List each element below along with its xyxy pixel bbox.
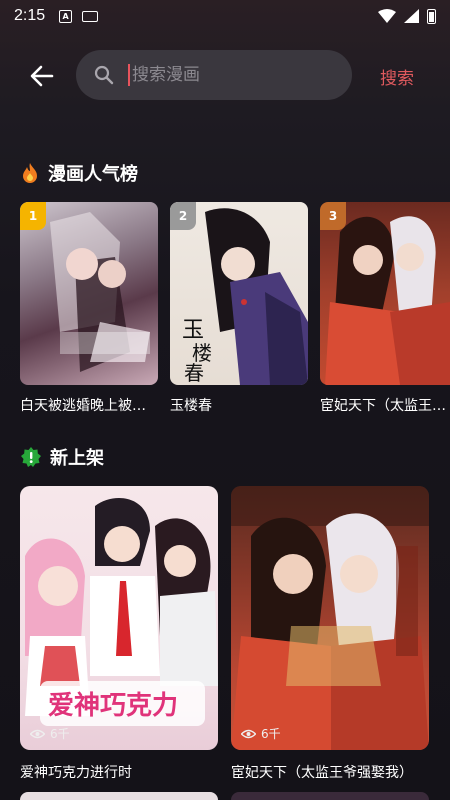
search-button[interactable]: 搜索 bbox=[380, 64, 414, 89]
comic-card[interactable]: 3 宦妃天下（太监王… bbox=[320, 202, 450, 415]
status-indicators bbox=[378, 8, 436, 24]
hot-ranking-list[interactable]: 1 白天被逃婚晚上被… 玉 楼 春 2 玉楼春 3 宦妃天下（太监王… bbox=[20, 202, 450, 422]
view-count: 6千 bbox=[241, 725, 281, 742]
eye-icon bbox=[30, 729, 45, 738]
eye-icon bbox=[241, 729, 256, 738]
cover-art bbox=[231, 486, 429, 750]
section-header-new: 新上架 bbox=[20, 444, 104, 470]
wifi-icon bbox=[378, 9, 396, 23]
cover-art: 爱神巧克力 bbox=[25, 498, 218, 726]
text-cursor bbox=[128, 64, 130, 86]
svg-text:爱神巧克力: 爱神巧克力 bbox=[48, 691, 178, 721]
comic-title: 爱神巧克力进行时 bbox=[20, 765, 132, 781]
comic-card[interactable]: 爱神巧克力 6千 爱神巧克力进行时 bbox=[20, 486, 218, 782]
section-title: 漫画人气榜 bbox=[48, 164, 138, 185]
battery-icon bbox=[427, 8, 436, 24]
notification-icon: A bbox=[59, 9, 73, 23]
view-count-text: 6千 bbox=[261, 727, 281, 741]
comic-cover: 爱神巧克力 6千 bbox=[20, 486, 218, 750]
status-time: 2:15 bbox=[14, 7, 46, 24]
comic-cover: 玉 楼 春 2 bbox=[170, 202, 308, 385]
back-arrow-icon bbox=[30, 65, 54, 87]
back-button[interactable] bbox=[28, 62, 56, 90]
comic-title: 宦妃天下（太监王爷强娶我） bbox=[231, 765, 413, 781]
rank-badge: 2 bbox=[170, 202, 196, 230]
comic-title: 宦妃天下（太监王… bbox=[320, 398, 446, 414]
svg-text:玉: 玉 bbox=[182, 318, 204, 343]
keyboard-icon bbox=[82, 10, 99, 22]
status-bar: 2:15 A bbox=[0, 0, 450, 32]
section-title: 新上架 bbox=[50, 448, 104, 469]
view-count: 6千 bbox=[30, 725, 70, 742]
search-input[interactable] bbox=[132, 65, 322, 85]
comic-cover-peek bbox=[231, 792, 429, 800]
comic-cover: 1 bbox=[20, 202, 158, 385]
view-count-text: 6千 bbox=[50, 727, 70, 741]
comic-card[interactable]: 6千 宦妃天下（太监王爷强娶我） bbox=[231, 486, 429, 782]
comic-cover-peek bbox=[20, 792, 218, 800]
svg-text:春: 春 bbox=[184, 361, 204, 385]
top-bar: 搜索 bbox=[0, 42, 450, 108]
comic-card[interactable]: 玉 楼 春 2 玉楼春 bbox=[170, 202, 308, 415]
flame-icon bbox=[23, 163, 37, 183]
comic-title: 白天被逃婚晚上被… bbox=[20, 398, 146, 414]
comic-cover: 6千 bbox=[231, 486, 429, 750]
comic-card[interactable]: 1 白天被逃婚晚上被… bbox=[20, 202, 158, 415]
new-badge-icon bbox=[21, 447, 41, 467]
signal-icon bbox=[404, 9, 419, 23]
section-header-hot: 漫画人气榜 bbox=[20, 160, 138, 186]
rank-badge: 3 bbox=[320, 202, 346, 230]
comic-cover: 3 bbox=[320, 202, 450, 385]
comic-title: 玉楼春 bbox=[170, 398, 212, 414]
search-box[interactable] bbox=[76, 50, 352, 100]
new-arrivals-list[interactable]: 爱神巧克力 6千 爱神巧克力进行时 6千 宦妃天下（太监王爷强娶我） bbox=[20, 486, 450, 786]
rank-badge: 1 bbox=[20, 202, 46, 230]
search-icon bbox=[94, 65, 114, 85]
